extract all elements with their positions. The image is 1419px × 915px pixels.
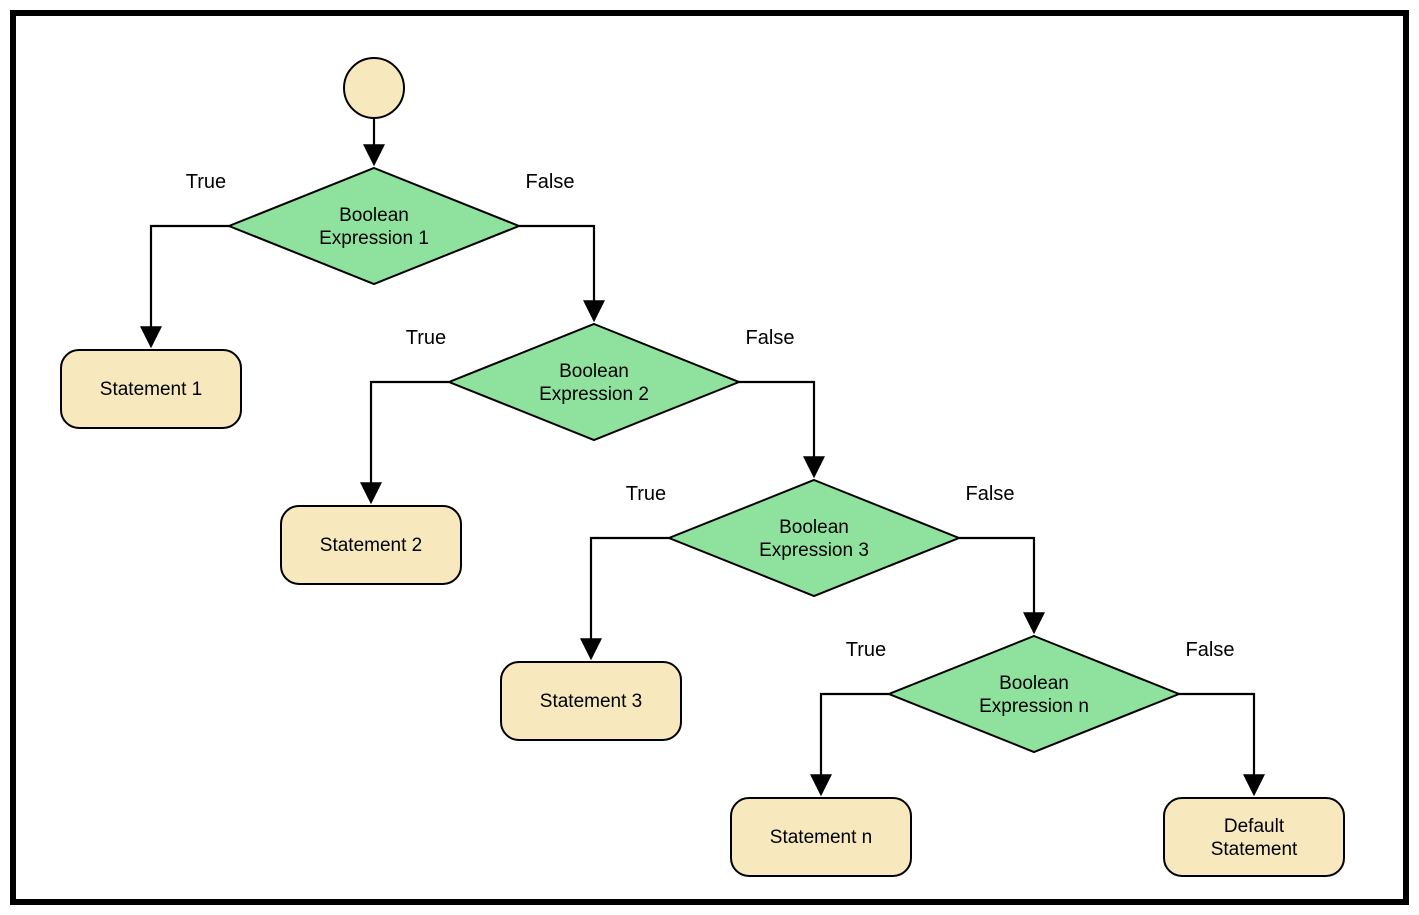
arrow-decision2-false <box>739 382 814 476</box>
diagram-frame: Boolean Expression 1 True False Statemen… <box>10 10 1409 905</box>
decision-2-false-label: False <box>746 327 795 349</box>
arrow-decision1-false <box>519 226 594 320</box>
arrow-decision1-true <box>151 226 229 346</box>
decision-3-false-label: False <box>966 483 1015 505</box>
arrow-decisionn-false <box>1179 694 1254 794</box>
arrow-decision2-true <box>371 382 449 502</box>
decision-1 <box>229 168 519 284</box>
decision-1-false-label: False <box>526 171 575 193</box>
statement-n-text: Statement n <box>770 827 872 848</box>
start-node <box>344 58 404 118</box>
decision-2-line1: Boolean <box>559 361 629 382</box>
arrow-decision3-true <box>591 538 669 658</box>
decision-n-true-label: True <box>846 639 886 661</box>
decision-1-line2: Expression 1 <box>319 228 429 249</box>
decision-3-line2: Expression 3 <box>759 540 869 561</box>
decision-3 <box>669 480 959 596</box>
statement-default-line2: Statement <box>1211 839 1298 860</box>
arrow-decisionn-true <box>821 694 889 794</box>
decision-1-true-label: True <box>186 171 226 193</box>
decision-3-true-label: True <box>626 483 666 505</box>
statement-default <box>1164 798 1344 876</box>
statement-3-text: Statement 3 <box>540 691 642 712</box>
decision-n-false-label: False <box>1186 639 1235 661</box>
arrow-decision3-false <box>959 538 1034 632</box>
decision-1-line1: Boolean <box>339 205 409 226</box>
decision-2 <box>449 324 739 440</box>
statement-default-line1: Default <box>1224 816 1285 837</box>
decision-3-line1: Boolean <box>779 517 849 538</box>
statement-1-text: Statement 1 <box>100 379 202 400</box>
decision-n <box>889 636 1179 752</box>
decision-2-true-label: True <box>406 327 446 349</box>
flowchart-svg: Boolean Expression 1 True False Statemen… <box>16 16 1403 899</box>
decision-n-line2: Expression n <box>979 696 1089 717</box>
decision-n-line1: Boolean <box>999 673 1069 694</box>
statement-2-text: Statement 2 <box>320 535 422 556</box>
decision-2-line2: Expression 2 <box>539 384 649 405</box>
